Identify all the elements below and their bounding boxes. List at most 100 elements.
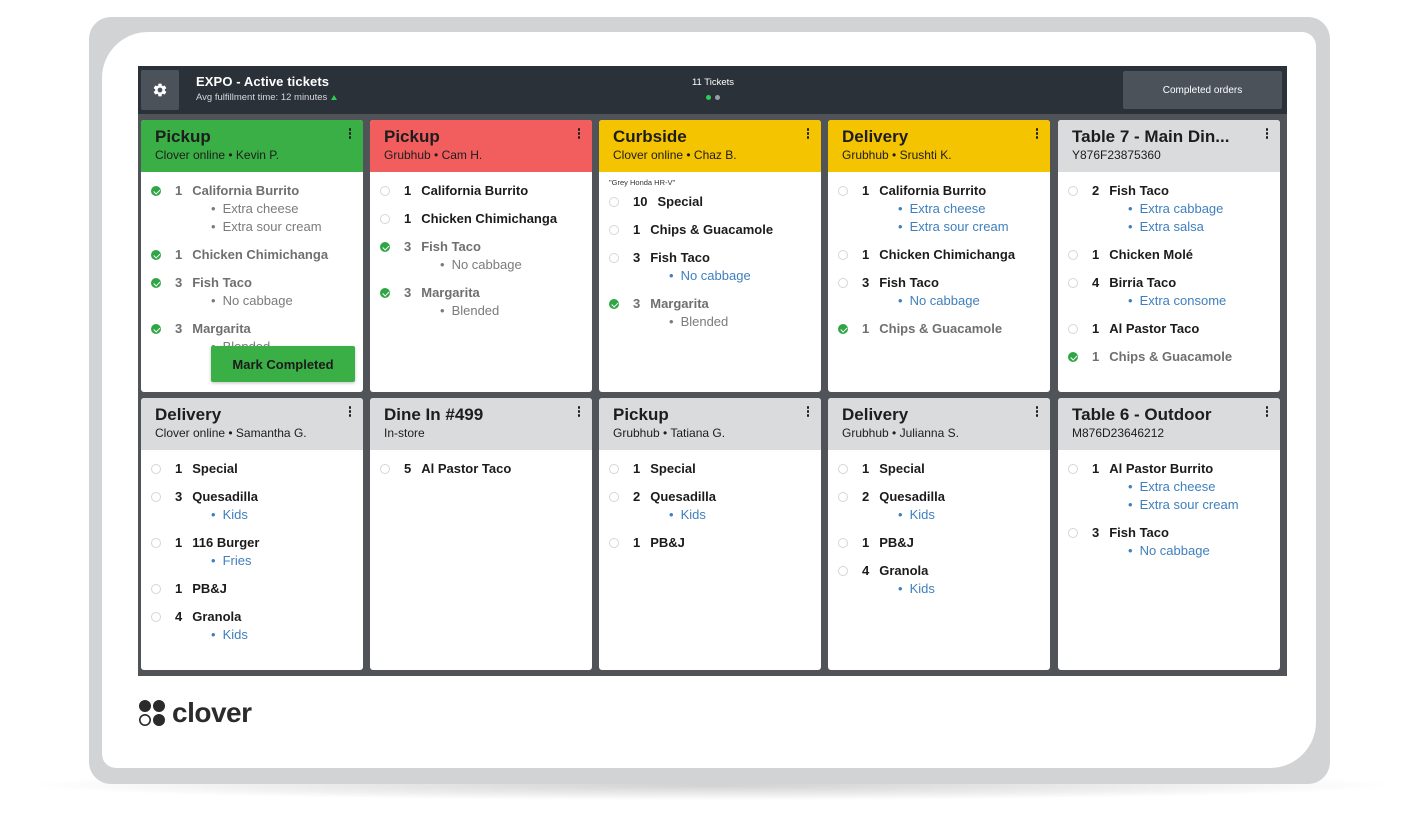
check-circle-icon[interactable]	[151, 186, 161, 196]
item-row[interactable]: 3 Margarita	[151, 320, 355, 338]
more-options-icon[interactable]	[1035, 128, 1038, 139]
empty-circle-icon[interactable]	[1068, 278, 1078, 288]
item-row[interactable]: 10 Special	[609, 193, 813, 211]
check-circle-icon[interactable]	[609, 299, 619, 309]
check-circle-icon[interactable]	[380, 288, 390, 298]
item-row[interactable]: 1 PB&J	[838, 534, 1042, 552]
empty-circle-icon[interactable]	[151, 538, 161, 548]
ticket-card[interactable]: Pickup Grubhub • Cam H. 1 California Burrit…	[370, 120, 592, 392]
more-options-icon[interactable]	[348, 406, 351, 417]
item-row[interactable]: 2 Fish Taco	[1068, 182, 1272, 200]
empty-circle-icon[interactable]	[838, 250, 848, 260]
check-circle-icon[interactable]	[151, 324, 161, 334]
check-circle-icon[interactable]	[838, 324, 848, 334]
more-options-icon[interactable]	[806, 128, 809, 139]
more-options-icon[interactable]	[577, 128, 580, 139]
empty-circle-icon[interactable]	[838, 492, 848, 502]
empty-circle-icon[interactable]	[151, 492, 161, 502]
item-row[interactable]: 1 California Burrito	[838, 182, 1042, 200]
empty-circle-icon[interactable]	[1068, 324, 1078, 334]
more-options-icon[interactable]	[1265, 128, 1268, 139]
completed-orders-button[interactable]: Completed orders	[1123, 71, 1282, 109]
item-modifier: Blended	[609, 313, 813, 331]
item-row[interactable]: 3 Margarita	[380, 284, 584, 302]
empty-circle-icon[interactable]	[838, 186, 848, 196]
item-row[interactable]: 4 Birria Taco	[1068, 274, 1272, 292]
empty-circle-icon[interactable]	[151, 584, 161, 594]
empty-circle-icon[interactable]	[838, 538, 848, 548]
item-row[interactable]: 1 California Burrito	[151, 182, 355, 200]
page-dot-1[interactable]	[706, 95, 711, 100]
item-row[interactable]: 1 Chicken Chimichanga	[380, 210, 584, 228]
item-row[interactable]: 3 Quesadilla	[151, 488, 355, 506]
empty-circle-icon[interactable]	[151, 612, 161, 622]
mark-completed-button[interactable]: Mark Completed	[211, 346, 355, 382]
settings-button[interactable]	[141, 70, 179, 110]
check-circle-icon[interactable]	[151, 250, 161, 260]
empty-circle-icon[interactable]	[609, 464, 619, 474]
ticket-card[interactable]: Curbside Clover online • Chaz B. "Grey Hon…	[599, 120, 821, 392]
more-options-icon[interactable]	[577, 406, 580, 417]
item-row[interactable]: 1 PB&J	[151, 580, 355, 598]
list-item: 3 Fish Taco No cabbage	[838, 274, 1042, 310]
ticket-card[interactable]: Dine In #499 In-store 5 Al Pastor Taco	[370, 398, 592, 670]
more-options-icon[interactable]	[348, 128, 351, 139]
item-row[interactable]: 1 Chips & Guacamole	[609, 221, 813, 239]
item-row[interactable]: 3 Fish Taco	[380, 238, 584, 256]
page-dot-2[interactable]	[715, 95, 720, 100]
item-row[interactable]: 5 Al Pastor Taco	[380, 460, 584, 478]
ticket-card[interactable]: Delivery Grubhub • Srushti K. 1 California …	[828, 120, 1050, 392]
check-circle-icon[interactable]	[380, 242, 390, 252]
empty-circle-icon[interactable]	[838, 278, 848, 288]
item-row[interactable]: 1 Chips & Guacamole	[1068, 348, 1272, 366]
empty-circle-icon[interactable]	[1068, 250, 1078, 260]
empty-circle-icon[interactable]	[609, 538, 619, 548]
empty-circle-icon[interactable]	[609, 225, 619, 235]
item-row[interactable]: 1 Chips & Guacamole	[838, 320, 1042, 338]
item-row[interactable]: 1 Special	[838, 460, 1042, 478]
empty-circle-icon[interactable]	[838, 464, 848, 474]
empty-circle-icon[interactable]	[609, 197, 619, 207]
ticket-card[interactable]: Delivery Clover online • Samantha G. 1 Spec…	[141, 398, 363, 670]
item-row[interactable]: 3 Margarita	[609, 295, 813, 313]
item-row[interactable]: 1 116 Burger	[151, 534, 355, 552]
empty-circle-icon[interactable]	[1068, 528, 1078, 538]
item-row[interactable]: 2 Quesadilla	[838, 488, 1042, 506]
empty-circle-icon[interactable]	[609, 492, 619, 502]
ticket-card[interactable]: Table 6 - Outdoor M876D23646212 1 Al Pastor…	[1058, 398, 1280, 670]
empty-circle-icon[interactable]	[609, 253, 619, 263]
empty-circle-icon[interactable]	[380, 186, 390, 196]
empty-circle-icon[interactable]	[380, 464, 390, 474]
item-row[interactable]: 1 Special	[609, 460, 813, 478]
item-row[interactable]: 1 Chicken Chimichanga	[838, 246, 1042, 264]
empty-circle-icon[interactable]	[1068, 186, 1078, 196]
check-circle-icon[interactable]	[1068, 352, 1078, 362]
empty-circle-icon[interactable]	[151, 464, 161, 474]
empty-circle-icon[interactable]	[380, 214, 390, 224]
item-row[interactable]: 1 Special	[151, 460, 355, 478]
check-circle-icon[interactable]	[151, 278, 161, 288]
item-quantity: 1	[175, 183, 183, 198]
more-options-icon[interactable]	[1265, 406, 1268, 417]
ticket-card[interactable]: Delivery Grubhub • Julianna S. 1 Special 2 Qu…	[828, 398, 1050, 670]
ticket-card[interactable]: Table 7 - Main Din... Y876F23875360 2 Fish …	[1058, 120, 1280, 392]
item-row[interactable]: 3 Fish Taco	[609, 249, 813, 267]
item-row[interactable]: 3 Fish Taco	[151, 274, 355, 292]
more-options-icon[interactable]	[1035, 406, 1038, 417]
item-row[interactable]: 1 Chicken Chimichanga	[151, 246, 355, 264]
item-row[interactable]: 1 Chicken Molé	[1068, 246, 1272, 264]
item-row[interactable]: 1 PB&J	[609, 534, 813, 552]
item-row[interactable]: 1 Al Pastor Burrito	[1068, 460, 1272, 478]
more-options-icon[interactable]	[806, 406, 809, 417]
ticket-card[interactable]: Pickup Clover online • Kevin P. 1 Californi…	[141, 120, 363, 392]
item-row[interactable]: 4 Granola	[838, 562, 1042, 580]
item-row[interactable]: 2 Quesadilla	[609, 488, 813, 506]
item-row[interactable]: 3 Fish Taco	[1068, 524, 1272, 542]
item-row[interactable]: 1 California Burrito	[380, 182, 584, 200]
item-row[interactable]: 4 Granola	[151, 608, 355, 626]
item-row[interactable]: 1 Al Pastor Taco	[1068, 320, 1272, 338]
empty-circle-icon[interactable]	[838, 566, 848, 576]
item-row[interactable]: 3 Fish Taco	[838, 274, 1042, 292]
empty-circle-icon[interactable]	[1068, 464, 1078, 474]
ticket-card[interactable]: Pickup Grubhub • Tatiana G. 1 Special 2 Quesa…	[599, 398, 821, 670]
